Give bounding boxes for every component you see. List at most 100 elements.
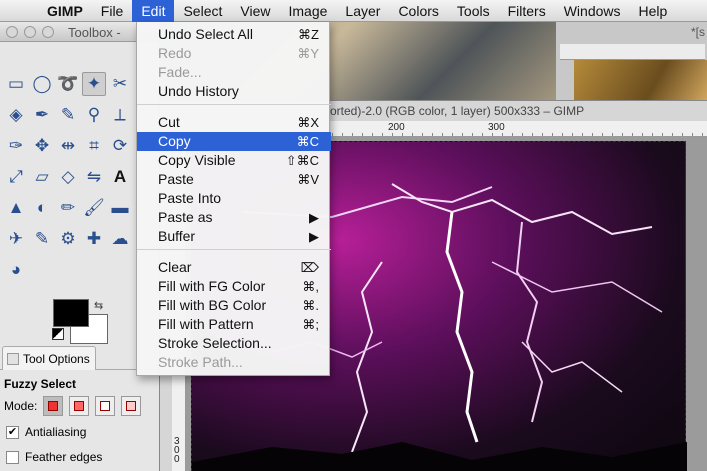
heal-icon[interactable]: ✚ <box>82 227 106 251</box>
zoom-window-button[interactable] <box>42 26 54 38</box>
menu-windows[interactable]: Windows <box>555 0 630 22</box>
menu-colors[interactable]: Colors <box>389 0 447 22</box>
ruler-label: 300 <box>488 122 505 133</box>
menu-item-clear[interactable]: Clear ⌦ <box>137 258 331 277</box>
tool-options-icon <box>7 352 19 365</box>
menu-item-label: Copy <box>158 133 191 149</box>
color-select-icon[interactable]: ◈ <box>4 103 28 127</box>
bucket-icon[interactable]: ▲ <box>4 196 28 220</box>
menu-file[interactable]: File <box>92 0 133 22</box>
menu-item-label: Copy Visible <box>158 152 236 168</box>
feather-row: Feather edges <box>6 450 102 464</box>
pen-icon[interactable]: ✑ <box>4 134 28 158</box>
paintbrush-icon[interactable]: 🖌 <box>82 196 106 220</box>
pencil-icon[interactable]: ✏ <box>56 196 80 220</box>
intersect-icon <box>126 401 137 411</box>
ellipse-select-icon[interactable]: ◯ <box>30 72 54 96</box>
menu-item-fill-with-bg-color[interactable]: Fill with BG Color ⌘. <box>137 296 331 315</box>
rotate-icon[interactable]: ⟳ <box>108 134 132 158</box>
menu-item-copy[interactable]: Copy ⌘C <box>137 132 331 151</box>
fuzzy-select-icon[interactable]: ✦ <box>82 72 106 96</box>
scale-icon[interactable]: ⤢ <box>4 165 28 189</box>
close-window-button[interactable] <box>6 26 18 38</box>
menu-filters[interactable]: Filters <box>499 0 555 22</box>
swap-colors-icon[interactable]: ⇆ <box>94 299 103 312</box>
menu-item-fill-with-fg-color[interactable]: Fill with FG Color ⌘, <box>137 277 331 296</box>
tab-tool-options[interactable]: Tool Options <box>2 346 96 370</box>
menu-item-label: Fill with Pattern <box>158 316 254 332</box>
menu-select[interactable]: Select <box>174 0 231 22</box>
move-icon[interactable]: ✥ <box>30 134 54 158</box>
paths-icon[interactable]: ✒ <box>30 103 54 127</box>
clone-icon[interactable]: ⚙ <box>56 227 80 251</box>
zoom-icon[interactable]: ⚲ <box>82 103 106 127</box>
mode-row: Mode: <box>4 396 142 416</box>
menu-item-label: Stroke Selection... <box>158 335 272 351</box>
menu-gimp[interactable]: GIMP <box>38 0 92 22</box>
antialiasing-row: ✔ Antialiasing <box>6 425 86 439</box>
menu-image[interactable]: Image <box>279 0 336 22</box>
menu-layer[interactable]: Layer <box>336 0 389 22</box>
menu-bar: GIMP File Edit Select View Image Layer C… <box>0 0 707 22</box>
menu-item-redo[interactable]: Redo ⌘Y <box>137 44 331 63</box>
menu-item-undo-select-all[interactable]: Undo Select All ⌘Z <box>137 25 331 44</box>
antialiasing-checkbox[interactable]: ✔ <box>6 425 19 439</box>
measure-icon[interactable]: ⟂ <box>108 103 132 127</box>
menu-shortcut: ⌘C <box>296 134 319 149</box>
menu-item-label: Undo History <box>158 83 239 99</box>
menu-item-fade[interactable]: Fade... <box>137 63 331 82</box>
crop-icon[interactable]: ⌗ <box>82 134 106 158</box>
dodge-icon[interactable]: ◕ <box>4 258 28 282</box>
menu-tools[interactable]: Tools <box>448 0 499 22</box>
mode-intersect-button[interactable] <box>121 396 142 416</box>
second-image-window[interactable]: *[s <box>556 22 707 102</box>
menu-item-copy-visible[interactable]: Copy Visible ⇧⌘C <box>137 151 331 170</box>
scissors-icon[interactable]: ✂ <box>108 72 132 96</box>
menu-item-buffer[interactable]: Buffer ▶ <box>137 227 331 246</box>
foreground-color-swatch[interactable] <box>53 299 89 327</box>
menu-item-stroke-selection[interactable]: Stroke Selection... <box>137 334 331 353</box>
image-canvas[interactable] <box>574 60 707 102</box>
window-title: Toolbox - <box>68 25 121 40</box>
menu-item-undo-history[interactable]: Undo History <box>137 82 331 101</box>
perspective-icon[interactable]: ◇ <box>56 165 80 189</box>
free-select-icon[interactable]: ➰ <box>56 72 80 96</box>
menu-item-paste-into[interactable]: Paste Into <box>137 189 331 208</box>
smudge-icon[interactable]: ☁ <box>108 227 132 251</box>
reset-colors-icon[interactable] <box>52 328 64 340</box>
blend-icon[interactable]: ◐ <box>30 196 54 220</box>
rect-select-icon[interactable]: ▭ <box>4 72 28 96</box>
mode-add-button[interactable] <box>69 396 90 416</box>
feather-edges-checkbox[interactable] <box>6 450 19 464</box>
ink-icon[interactable]: ✎ <box>30 227 54 251</box>
mode-subtract-button[interactable] <box>95 396 116 416</box>
mode-replace-button[interactable] <box>43 396 64 416</box>
menu-item-label: Undo Select All <box>158 26 253 42</box>
horizontal-ruler <box>560 44 705 60</box>
align-icon[interactable]: ⇹ <box>56 134 80 158</box>
flip-icon[interactable]: ⇋ <box>82 165 106 189</box>
window-title: orted)-2.0 (RGB color, 1 layer) 500x333 … <box>330 104 585 118</box>
eraser-icon[interactable]: ▬ <box>108 196 132 220</box>
antialiasing-label: Antialiasing <box>25 425 87 439</box>
color-picker-icon[interactable]: ✎ <box>56 103 80 127</box>
menu-shortcut: ⌘; <box>302 317 319 332</box>
ruler-label: 0 <box>174 454 180 465</box>
menu-item-stroke-path[interactable]: Stroke Path... <box>137 353 331 372</box>
menu-edit[interactable]: Edit <box>132 0 175 22</box>
menu-view[interactable]: View <box>231 0 279 22</box>
tool-options-title: Fuzzy Select <box>4 377 77 391</box>
menu-item-label: Cut <box>158 114 180 130</box>
subtract-icon <box>100 401 111 411</box>
submenu-arrow-icon: ▶ <box>309 229 319 244</box>
feather-edges-label: Feather edges <box>25 450 103 464</box>
shear-icon[interactable]: ▱ <box>30 165 54 189</box>
menu-help[interactable]: Help <box>630 0 677 22</box>
menu-item-fill-with-pattern[interactable]: Fill with Pattern ⌘; <box>137 315 331 334</box>
menu-item-paste[interactable]: Paste ⌘V <box>137 170 331 189</box>
airbrush-icon[interactable]: ✈ <box>4 227 28 251</box>
menu-item-cut[interactable]: Cut ⌘X <box>137 113 331 132</box>
text-icon[interactable]: A <box>108 165 132 189</box>
minimize-window-button[interactable] <box>24 26 36 38</box>
menu-item-paste-as[interactable]: Paste as ▶ <box>137 208 331 227</box>
